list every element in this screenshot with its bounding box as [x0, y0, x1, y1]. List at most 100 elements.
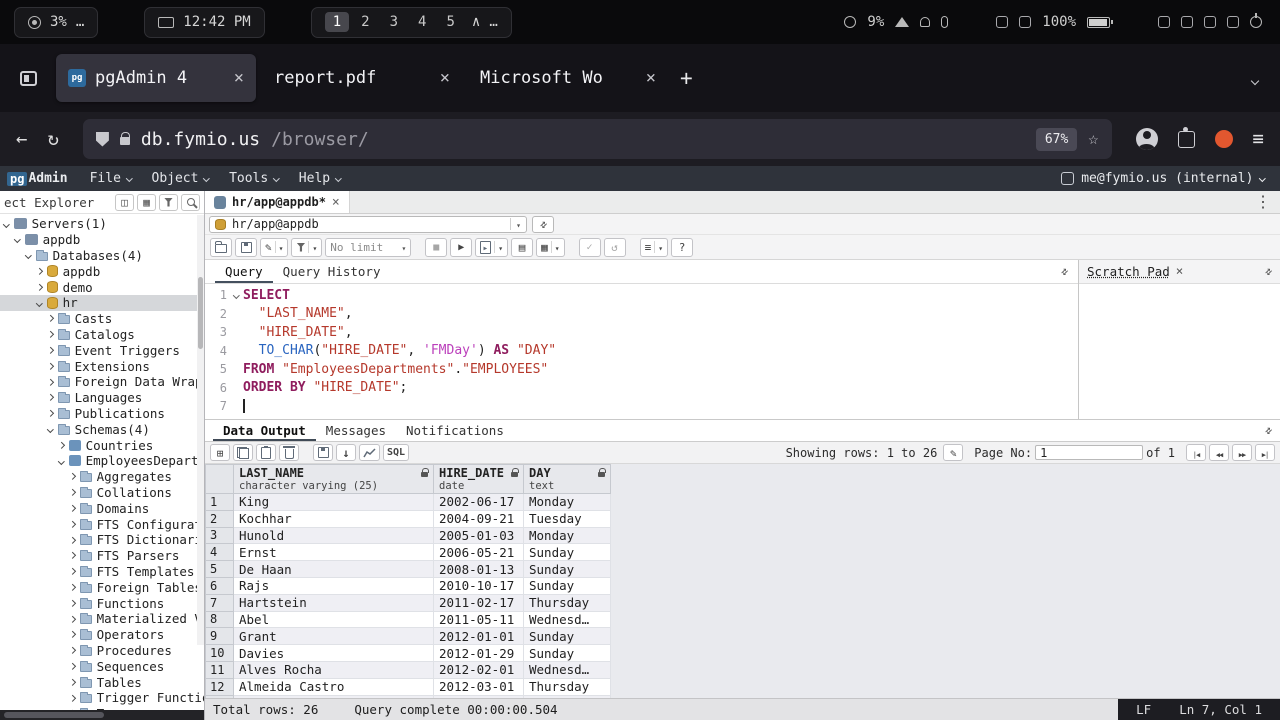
row-number[interactable]: 1: [206, 494, 234, 511]
code-line[interactable]: 3 "HIRE_DATE",: [205, 323, 1078, 342]
battery-cluster[interactable]: 100%: [996, 14, 1110, 30]
chevron-right-icon[interactable]: [47, 315, 53, 321]
cell[interactable]: Wednesd…: [524, 611, 611, 628]
cell[interactable]: Grant: [234, 628, 434, 645]
volume-icon[interactable]: [1158, 16, 1170, 28]
chevron-right-icon[interactable]: [69, 552, 75, 558]
chevron-right-icon[interactable]: [36, 284, 42, 290]
tree-item-appdb[interactable]: appdb: [0, 263, 204, 279]
clock-indicator[interactable]: 12:42 PM: [144, 7, 264, 38]
cell[interactable]: Davies: [234, 645, 434, 662]
column-header-hire_date[interactable]: HIRE_DATEdate: [434, 465, 524, 494]
workspace-4[interactable]: 4: [410, 12, 434, 32]
cursor-position[interactable]: Ln 7, Col 1: [1179, 702, 1262, 717]
chevron-right-icon[interactable]: [69, 600, 75, 606]
row-number[interactable]: 11: [206, 661, 234, 678]
user-icon[interactable]: [1227, 16, 1239, 28]
tree-item-casts[interactable]: Casts: [0, 311, 204, 327]
chevron-right-icon[interactable]: [47, 331, 53, 337]
extension-badge-icon[interactable]: [1215, 130, 1233, 148]
tab-options-button[interactable]: [1246, 191, 1280, 213]
tree-item-domains[interactable]: Domains: [0, 500, 204, 516]
filter-button[interactable]: [291, 238, 322, 257]
cell[interactable]: Sunday: [524, 628, 611, 645]
new-connection-button[interactable]: [532, 216, 554, 233]
tracking-protection-icon[interactable]: [96, 132, 109, 147]
close-icon[interactable]: [332, 196, 340, 209]
account-menu[interactable]: me@fymio.us (internal): [1061, 171, 1273, 186]
chevron-right-icon[interactable]: [47, 363, 53, 369]
row-number[interactable]: 5: [206, 561, 234, 578]
chevron-right-icon[interactable]: [47, 410, 53, 416]
chevron-right-icon[interactable]: [58, 442, 64, 448]
chevron-down-icon[interactable]: [47, 426, 53, 432]
chevron-right-icon[interactable]: [69, 537, 75, 543]
tree-item-trigger-functions[interactable]: Trigger Functions: [0, 690, 204, 706]
cell[interactable]: Hunold: [234, 527, 434, 544]
chevron-right-icon[interactable]: [69, 695, 75, 701]
cell[interactable]: Rajs: [234, 577, 434, 594]
status-cluster[interactable]: 9%: [844, 14, 948, 30]
chevron-right-icon[interactable]: [69, 584, 75, 590]
edit-range-button[interactable]: [943, 444, 963, 461]
chevron-down-icon[interactable]: [14, 236, 20, 242]
explain-analyze-button[interactable]: [536, 238, 564, 257]
chevron-right-icon[interactable]: [69, 647, 75, 653]
explain-button[interactable]: [511, 238, 533, 257]
tree-item-collations[interactable]: Collations: [0, 485, 204, 501]
row-number[interactable]: 6: [206, 577, 234, 594]
open-file-button[interactable]: [210, 238, 232, 257]
tree-item-aggregates[interactable]: Aggregates: [0, 469, 204, 485]
cell[interactable]: 2011-05-11: [434, 611, 524, 628]
row-number[interactable]: 9: [206, 628, 234, 645]
tree-item-languages[interactable]: Languages: [0, 390, 204, 406]
chevron-right-icon[interactable]: [69, 616, 75, 622]
menu-icon[interactable]: [1253, 130, 1264, 149]
show-sql-button[interactable]: SQL: [383, 444, 409, 461]
scrollbar-thumb[interactable]: [4, 712, 104, 718]
tree-item-fts-configurations[interactable]: FTS Configurations: [0, 516, 204, 532]
chevron-down-icon[interactable]: [3, 221, 9, 227]
tree-item-hr[interactable]: hr: [0, 295, 204, 311]
expand-panel-icon[interactable]: [1061, 265, 1068, 278]
browser-tab[interactable]: pgpgAdmin 4×: [56, 54, 256, 102]
cell[interactable]: 2006-05-21: [434, 544, 524, 561]
tree-item-procedures[interactable]: Procedures: [0, 643, 204, 659]
tree-item-tables[interactable]: Tables: [0, 674, 204, 690]
cell[interactable]: De Haan: [234, 561, 434, 578]
execute-button[interactable]: [450, 238, 472, 257]
results-table[interactable]: LAST_NAMEcharacter varying (25)HIRE_DATE…: [205, 464, 611, 698]
tree-item-sequences[interactable]: Sequences: [0, 658, 204, 674]
cell[interactable]: Sunday: [524, 561, 611, 578]
tree-item-catalogs[interactable]: Catalogs: [0, 327, 204, 343]
first-page-button[interactable]: [1186, 444, 1206, 461]
menu-help[interactable]: Help: [289, 166, 351, 191]
next-page-button[interactable]: [1232, 444, 1252, 461]
cell[interactable]: 2012-01-29: [434, 645, 524, 662]
cell[interactable]: 2010-10-17: [434, 577, 524, 594]
cell[interactable]: Monday: [524, 494, 611, 511]
url-bar[interactable]: db.fymio.us /browser/ 67%: [83, 119, 1112, 159]
previous-page-button[interactable]: [1209, 444, 1229, 461]
delete-rows-button[interactable]: [279, 444, 299, 461]
row-number[interactable]: 3: [206, 527, 234, 544]
chevron-right-icon[interactable]: [69, 489, 75, 495]
tree-item-foreign-data-wrappers[interactable]: Foreign Data Wrappers: [0, 374, 204, 390]
firefox-view-button[interactable]: [8, 58, 48, 98]
code-line[interactable]: 2 "LAST_NAME",: [205, 305, 1078, 324]
tree-item-schemas-4-[interactable]: Schemas(4): [0, 421, 204, 437]
workspace-3[interactable]: 3: [382, 12, 406, 32]
code-line[interactable]: 5FROM "EmployeesDepartments"."EMPLOYEES": [205, 360, 1078, 379]
zoom-level[interactable]: 67%: [1036, 128, 1077, 151]
save-data-button[interactable]: [313, 444, 333, 461]
account-icon[interactable]: [1136, 128, 1158, 150]
chevron-right-icon[interactable]: [47, 379, 53, 385]
code-line[interactable]: 7: [205, 397, 1078, 416]
eol-indicator[interactable]: LF: [1136, 702, 1151, 717]
tab-query[interactable]: Query: [215, 261, 273, 283]
connection-select[interactable]: hr/app@appdb: [209, 216, 527, 233]
cell[interactable]: Tuesday: [524, 510, 611, 527]
tab-query-history[interactable]: Query History: [273, 261, 391, 283]
close-icon[interactable]: [1176, 265, 1184, 278]
files-icon[interactable]: [1204, 16, 1216, 28]
